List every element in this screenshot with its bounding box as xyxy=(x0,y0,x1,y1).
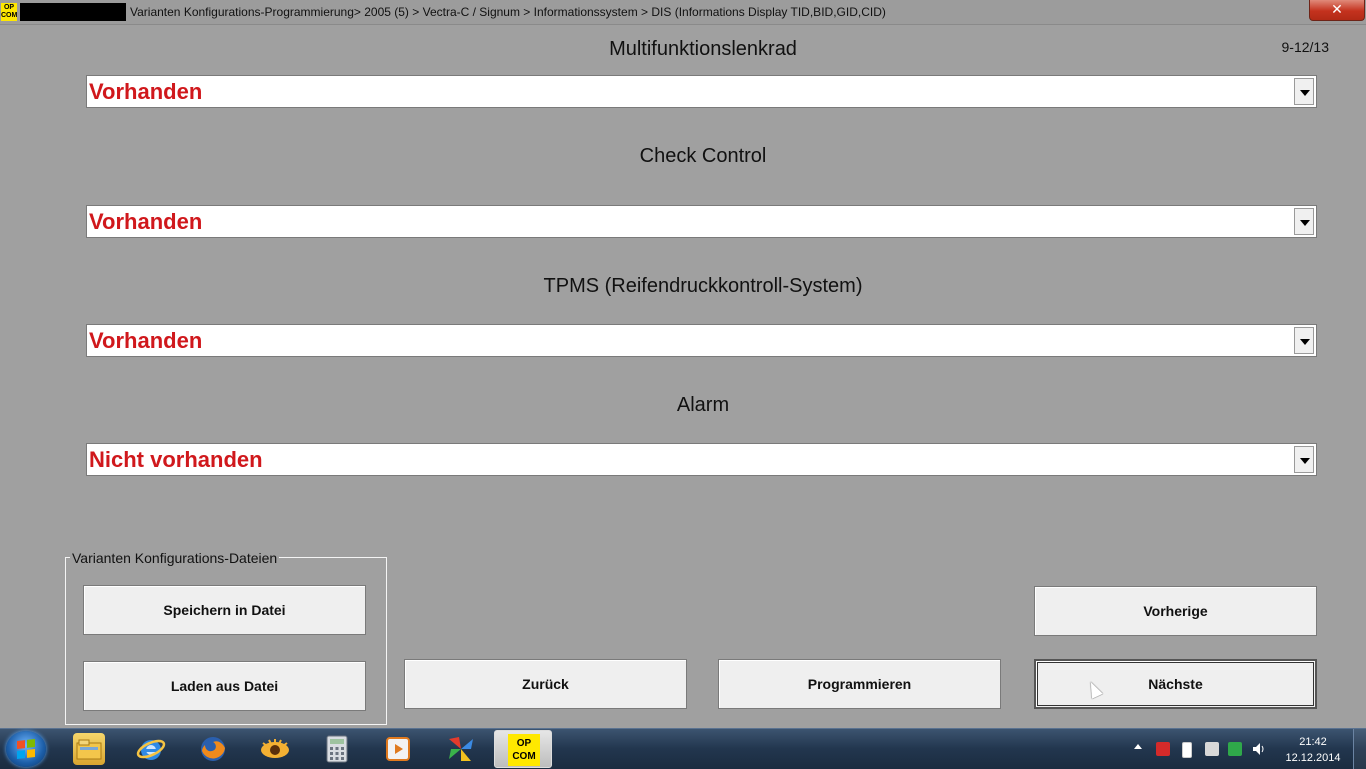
chevron-down-icon[interactable] xyxy=(1294,327,1314,354)
antivirus-icon[interactable] xyxy=(1156,742,1170,756)
select-value: Nicht vorhanden xyxy=(89,447,263,472)
pinwheel-app-icon[interactable] xyxy=(445,733,477,765)
taskbar: OP COM 21:42 12.12.2014 xyxy=(0,728,1366,769)
save-to-file-button[interactable]: Speichern in Datei xyxy=(83,585,366,635)
window-title: Varianten Konfigurations-Programmierung>… xyxy=(130,5,886,19)
back-button[interactable]: Zurück xyxy=(404,659,687,709)
volume-icon[interactable] xyxy=(1252,742,1266,756)
redacted-block xyxy=(20,3,126,21)
field-label-check-control: Check Control xyxy=(639,145,767,167)
battery-icon[interactable] xyxy=(1182,742,1192,758)
clock-time: 21:42 xyxy=(1299,736,1327,748)
config-files-group-title: Varianten Konfigurations-Dateien xyxy=(70,550,280,566)
select-value: Vorhanden xyxy=(89,328,203,353)
chevron-down-icon[interactable] xyxy=(1294,446,1314,473)
network-icon[interactable] xyxy=(1205,742,1219,756)
chevron-down-icon[interactable] xyxy=(1294,208,1314,235)
chevron-down-icon[interactable] xyxy=(1294,78,1314,105)
title-bar: OP COM Varianten Konfigurations-Programm… xyxy=(0,0,1366,25)
select-tpms[interactable]: Vorhanden xyxy=(86,324,1317,357)
firefox-icon[interactable] xyxy=(197,733,229,765)
select-value: Vorhanden xyxy=(89,209,203,234)
internet-explorer-icon[interactable] xyxy=(135,733,167,765)
load-from-file-button[interactable]: Laden aus Datei xyxy=(83,661,366,711)
close-button[interactable]: ✕ xyxy=(1309,0,1365,21)
opcom-app-icon[interactable]: OP COM xyxy=(1,3,17,21)
clock[interactable]: 21:42 12.12.2014 xyxy=(1280,734,1346,766)
previous-button[interactable]: Vorherige xyxy=(1034,586,1317,636)
field-label-multifunktionslenkrad: Multifunktionslenkrad xyxy=(609,38,797,60)
select-check-control[interactable]: Vorhanden xyxy=(86,205,1317,238)
media-player-icon[interactable] xyxy=(382,733,414,765)
explorer-icon[interactable] xyxy=(73,733,105,765)
clock-date: 12.12.2014 xyxy=(1285,752,1341,764)
tray-overflow-icon[interactable] xyxy=(1134,744,1142,749)
eye-app-icon[interactable] xyxy=(259,733,291,765)
field-label-alarm: Alarm xyxy=(676,394,730,416)
signal-icon[interactable] xyxy=(1228,742,1242,756)
opcom-icon: OP COM xyxy=(508,734,540,766)
show-desktop-button[interactable] xyxy=(1353,729,1366,769)
calculator-icon[interactable] xyxy=(321,733,353,765)
next-button[interactable]: Nächste xyxy=(1034,659,1317,709)
opcom-taskbar-button[interactable]: OP COM xyxy=(494,730,552,768)
field-label-tpms: TPMS (Reifendruckkontroll-System) xyxy=(543,275,863,297)
program-button[interactable]: Programmieren xyxy=(718,659,1001,709)
select-value: Vorhanden xyxy=(89,79,203,104)
select-multifunktionslenkrad[interactable]: Vorhanden xyxy=(86,75,1317,108)
start-button[interactable] xyxy=(6,731,46,767)
select-alarm[interactable]: Nicht vorhanden xyxy=(86,443,1317,476)
